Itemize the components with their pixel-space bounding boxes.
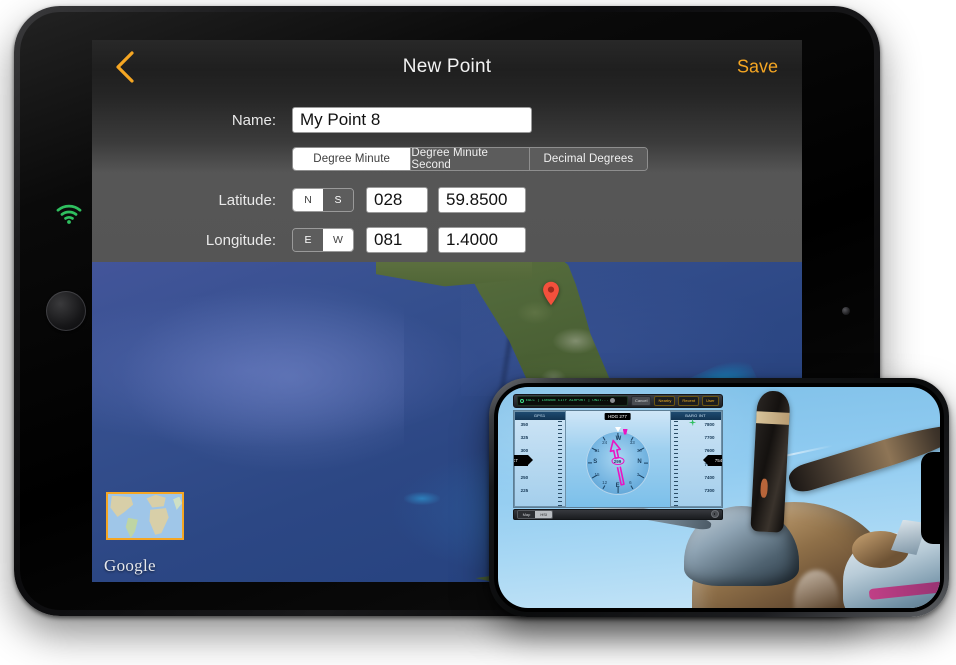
readout-pointer xyxy=(527,454,533,465)
longitude-label: Longitude: xyxy=(205,231,276,249)
altitude-tape-ticks xyxy=(673,420,678,506)
clear-icon[interactable] xyxy=(610,398,616,404)
speed-tick-label: 300 xyxy=(520,448,529,454)
airspeed-value: 288 KT xyxy=(512,457,519,463)
recent-button[interactable]: Recent xyxy=(678,395,700,406)
map-bahama-bank-4 xyxy=(404,492,440,506)
longitude-minutes-input[interactable]: 1.4000 xyxy=(438,227,526,253)
back-chevron-icon[interactable] xyxy=(112,50,138,84)
blade-tip-mark xyxy=(760,478,769,499)
phone-device: EGLC | LONDON CITY AIRPORT | UNIT... Can… xyxy=(489,378,949,617)
hemisphere-west[interactable]: W xyxy=(323,229,353,251)
altitude-tick-label: 7600 xyxy=(704,448,715,454)
coordinate-format-segmented-control[interactable]: Degree Minute Degree Minute Second Decim… xyxy=(292,147,648,171)
heading-readout: HDG 277 xyxy=(604,412,631,420)
segment-degree-minute-second[interactable]: Degree Minute Second xyxy=(411,148,530,170)
new-point-form-panel: New Point Save Name: My Point 8 Degree M… xyxy=(92,40,802,262)
longitude-hemisphere-toggle[interactable]: E W xyxy=(292,228,354,252)
name-label: Name: xyxy=(231,111,276,129)
segment-degree-minute[interactable]: Degree Minute xyxy=(293,148,412,170)
minimap-greenland xyxy=(173,496,182,510)
phone-screen: EGLC | LONDON CITY AIRPORT | UNIT... Can… xyxy=(498,387,940,608)
hsi-view-button[interactable]: HSI xyxy=(535,510,553,518)
speed-tick-label: 325 xyxy=(520,435,529,441)
user-button[interactable]: User xyxy=(702,395,719,406)
latitude-minutes-input[interactable]: 59.8500 xyxy=(438,187,526,213)
longitude-row: Longitude: E W 081 1.4000 xyxy=(92,224,802,256)
name-row: Name: My Point 8 xyxy=(92,104,802,136)
map-view-button[interactable]: Map xyxy=(517,510,536,518)
map-shelf-west xyxy=(120,281,405,474)
page-title: New Point xyxy=(402,56,492,77)
speed-tape-ticks xyxy=(557,420,562,506)
hsi-footer-bar: Map HSI xyxy=(512,508,723,520)
name-input[interactable]: My Point 8 xyxy=(292,107,532,133)
altitude-tick-label: 7400 xyxy=(704,474,715,480)
tablet-front-camera xyxy=(842,307,850,315)
gear-icon[interactable] xyxy=(710,510,719,519)
altitude-readout: 7546 FT xyxy=(702,454,723,466)
course-value: 299 xyxy=(611,457,625,466)
latitude-hemisphere-toggle[interactable]: N S xyxy=(292,188,354,212)
wifi-icon xyxy=(56,204,82,605)
airport-search-input[interactable]: EGLC | LONDON CITY AIRPORT | UNIT... xyxy=(516,395,629,406)
view-mode-toggle[interactable]: Map HSI xyxy=(516,509,554,519)
minimap-south-america xyxy=(125,517,138,538)
map-pin[interactable] xyxy=(542,281,560,306)
aircraft-icon xyxy=(688,414,697,432)
hsi-compass-rose[interactable]: W N E S 33 30 3 6 12 15 21 24 299 xyxy=(585,426,650,495)
altitude-tick-label: 7800 xyxy=(704,421,715,427)
save-button[interactable]: Save xyxy=(737,57,778,78)
airport-search-value: EGLC | LONDON CITY AIRPORT | UNIT... xyxy=(525,398,609,403)
minimap-africa xyxy=(149,508,169,535)
nearby-button[interactable]: Nearby xyxy=(654,395,676,406)
airspeed-readout: 288 KT xyxy=(512,454,533,466)
hsi-app-overlay: EGLC | LONDON CITY AIRPORT | UNIT... Can… xyxy=(512,393,723,522)
speed-tape: GPS1 350 325 300 275 250 225 288 KT xyxy=(512,410,566,507)
speed-tape-header: GPS1 xyxy=(514,411,565,420)
hemisphere-east[interactable]: E xyxy=(293,229,323,251)
world-minimap[interactable] xyxy=(106,492,184,540)
screenshot-root: New Point Save Name: My Point 8 Degree M… xyxy=(0,0,956,665)
hemisphere-north[interactable]: N xyxy=(293,189,323,211)
navigation-bar: New Point Save xyxy=(92,40,802,94)
longitude-degrees-input[interactable]: 081 xyxy=(366,227,428,253)
altitude-tick-label: 7300 xyxy=(704,487,715,493)
hsi-toolbar: EGLC | LONDON CITY AIRPORT | UNIT... Can… xyxy=(512,393,723,408)
latitude-degrees-input[interactable]: 028 xyxy=(366,187,428,213)
hsi-instrument-panel: HDG 277 GPS1 350 325 300 275 250 xyxy=(512,409,723,508)
minimap-north-america xyxy=(110,495,134,517)
latitude-row: Latitude: N S 028 59.8500 xyxy=(92,184,802,216)
speed-tick-label: 350 xyxy=(520,421,529,427)
phone-notch xyxy=(921,451,940,544)
minimap-europe xyxy=(146,494,166,508)
speed-tick-label: 225 xyxy=(520,487,529,493)
altitude-tick-label: 7700 xyxy=(704,435,715,441)
blade-band xyxy=(756,411,791,425)
phone-bezel: EGLC | LONDON CITY AIRPORT | UNIT... Can… xyxy=(494,383,944,612)
latitude-label: Latitude: xyxy=(218,191,276,209)
speed-tick-label: 250 xyxy=(520,474,529,480)
altitude-value: 7546 FT xyxy=(714,457,723,463)
format-row: Degree Minute Degree Minute Second Decim… xyxy=(92,144,802,174)
hemisphere-south[interactable]: S xyxy=(323,189,353,211)
segment-decimal-degrees[interactable]: Decimal Degrees xyxy=(529,148,647,170)
cowling-highlight xyxy=(794,570,839,608)
search-icon xyxy=(519,398,524,403)
cancel-button[interactable]: Cancel xyxy=(631,395,652,406)
readout-pointer xyxy=(702,454,708,465)
